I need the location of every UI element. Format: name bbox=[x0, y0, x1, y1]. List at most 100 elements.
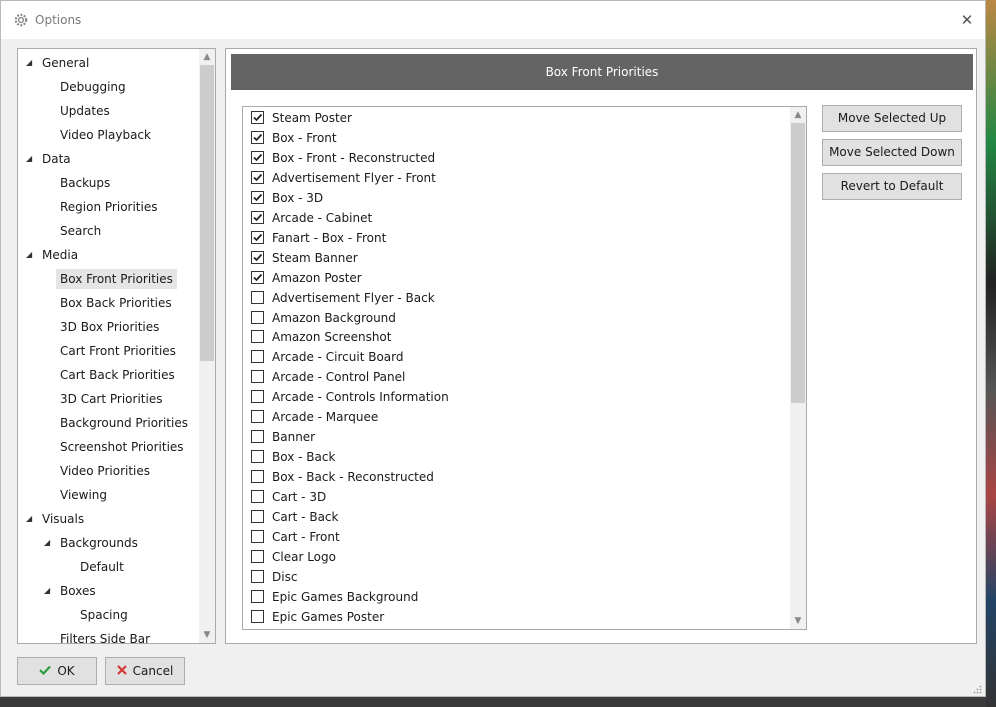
checkbox-unchecked[interactable] bbox=[251, 589, 264, 603]
checkbox-checked[interactable] bbox=[251, 111, 264, 124]
checkbox-unchecked[interactable] bbox=[251, 330, 264, 344]
checkbox-unchecked[interactable] bbox=[251, 470, 264, 484]
priority-item[interactable]: Arcade - Circuit Board bbox=[243, 347, 788, 367]
tree-item[interactable]: ◢ Media bbox=[18, 244, 199, 266]
checkbox-unchecked[interactable] bbox=[251, 370, 264, 384]
checkbox-unchecked[interactable] bbox=[251, 430, 264, 444]
priority-item[interactable]: Amazon Screenshot bbox=[243, 327, 788, 347]
tree-item[interactable]: Video Priorities bbox=[18, 460, 199, 482]
tree-item[interactable]: 3D Cart Priorities bbox=[18, 388, 199, 410]
checkbox-checked[interactable] bbox=[251, 130, 264, 144]
tree-item[interactable]: Backups bbox=[18, 172, 199, 194]
tree-item[interactable]: Search bbox=[18, 220, 199, 242]
expand-arrow-icon[interactable]: ◢ bbox=[26, 148, 36, 170]
tree-item[interactable]: Viewing bbox=[18, 484, 199, 506]
checkbox-unchecked[interactable] bbox=[251, 310, 264, 324]
priority-item-label: Advertisement Flyer - Front bbox=[272, 170, 436, 185]
checkbox-checked[interactable] bbox=[251, 190, 264, 204]
checkbox-unchecked[interactable] bbox=[251, 549, 264, 563]
revert-to-default-button[interactable]: Revert to Default bbox=[822, 173, 962, 200]
priority-item[interactable]: Amazon Poster bbox=[243, 268, 788, 288]
priority-item[interactable]: Arcade - Cabinet bbox=[243, 208, 788, 228]
priority-item[interactable]: Advertisement Flyer - Front bbox=[243, 168, 788, 188]
tree-item[interactable]: Debugging bbox=[18, 76, 199, 98]
priority-item[interactable]: Fanart - Box - Front bbox=[243, 228, 788, 248]
tree-item[interactable]: Default bbox=[18, 556, 199, 578]
priority-item[interactable]: Amazon Background bbox=[243, 308, 788, 328]
checkbox-unchecked[interactable] bbox=[251, 290, 264, 304]
priority-item[interactable]: Steam Poster bbox=[243, 108, 788, 128]
priority-item[interactable]: Advertisement Flyer - Back bbox=[243, 288, 788, 308]
expand-arrow-icon[interactable]: ◢ bbox=[44, 580, 54, 602]
expand-arrow-icon[interactable]: ◢ bbox=[44, 532, 54, 554]
tree-item[interactable]: Video Playback bbox=[18, 124, 199, 146]
close-icon[interactable]: ✕ bbox=[955, 9, 979, 31]
checkbox-checked[interactable] bbox=[251, 270, 264, 284]
checkbox-checked[interactable] bbox=[251, 250, 264, 264]
checkbox-unchecked[interactable] bbox=[251, 569, 264, 583]
priority-item[interactable]: Arcade - Controls Information bbox=[243, 387, 788, 407]
tree-item[interactable]: Box Back Priorities bbox=[18, 292, 199, 314]
checkbox-unchecked[interactable] bbox=[251, 510, 264, 523]
priority-item[interactable]: Epic Games Background bbox=[243, 587, 788, 607]
tree-item[interactable]: ◢ Backgrounds bbox=[18, 532, 199, 554]
checkbox-unchecked[interactable] bbox=[251, 390, 264, 404]
tree-item[interactable]: Box Front Priorities bbox=[18, 268, 199, 290]
tree-item[interactable]: ◢ General bbox=[18, 52, 199, 74]
priority-item[interactable]: Box - 3D bbox=[243, 188, 788, 208]
priority-item[interactable]: Steam Banner bbox=[243, 248, 788, 268]
priority-item[interactable]: Arcade - Control Panel bbox=[243, 367, 788, 387]
tree-scroll-thumb[interactable] bbox=[200, 65, 214, 361]
cancel-button[interactable]: Cancel bbox=[105, 657, 185, 685]
priority-item[interactable]: Box - Back - Reconstructed bbox=[243, 467, 788, 487]
priority-item[interactable]: Disc bbox=[243, 567, 788, 587]
ok-button[interactable]: OK bbox=[17, 657, 97, 685]
checkbox-unchecked[interactable] bbox=[251, 350, 264, 364]
priority-item[interactable]: Box - Back bbox=[243, 447, 788, 467]
checkbox-checked[interactable] bbox=[251, 150, 264, 164]
tree-item[interactable]: ◢ Boxes bbox=[18, 580, 199, 602]
tree-item[interactable]: 3D Box Priorities bbox=[18, 316, 199, 338]
priority-item[interactable]: Cart - Back bbox=[243, 507, 788, 527]
tree-item[interactable]: ◢ Data bbox=[18, 148, 199, 170]
checkbox-unchecked[interactable] bbox=[251, 490, 264, 504]
tree-item[interactable]: Background Priorities bbox=[18, 412, 199, 434]
tree-item-label: Region Priorities bbox=[60, 200, 158, 214]
checkbox-checked[interactable] bbox=[251, 210, 264, 224]
move-selected-up-button[interactable]: Move Selected Up bbox=[822, 105, 962, 132]
expand-arrow-icon[interactable]: ◢ bbox=[26, 52, 36, 74]
expand-arrow-icon[interactable]: ◢ bbox=[26, 508, 36, 530]
priority-item[interactable]: Cart - 3D bbox=[243, 487, 788, 507]
tree-scrollbar[interactable]: ▲ ▼ bbox=[199, 49, 215, 643]
tree-item[interactable]: Cart Back Priorities bbox=[18, 364, 199, 386]
list-scroll-thumb[interactable] bbox=[791, 123, 805, 403]
expand-arrow-icon[interactable]: ◢ bbox=[26, 244, 36, 266]
checkbox-checked[interactable] bbox=[251, 230, 264, 244]
priority-item[interactable]: Clear Logo bbox=[243, 547, 788, 567]
scroll-down-icon[interactable]: ▼ bbox=[790, 613, 806, 629]
tree-item[interactable]: Cart Front Priorities bbox=[18, 340, 199, 362]
priority-item[interactable]: Box - Front bbox=[243, 128, 788, 148]
tree-item[interactable]: Screenshot Priorities bbox=[18, 436, 199, 458]
priority-item[interactable]: Banner bbox=[243, 427, 788, 447]
scroll-up-icon[interactable]: ▲ bbox=[790, 107, 806, 123]
priority-item[interactable]: Epic Games Poster bbox=[243, 607, 788, 627]
priority-item[interactable]: Cart - Front bbox=[243, 527, 788, 547]
resize-grip-icon[interactable] bbox=[972, 683, 982, 694]
checkbox-unchecked[interactable] bbox=[251, 529, 264, 543]
tree-item[interactable]: ◢ Visuals bbox=[18, 508, 199, 530]
checkbox-checked[interactable] bbox=[251, 170, 264, 184]
scroll-up-icon[interactable]: ▲ bbox=[199, 49, 215, 65]
tree-item[interactable]: Region Priorities bbox=[18, 196, 199, 218]
move-selected-down-button[interactable]: Move Selected Down bbox=[822, 139, 962, 166]
checkbox-unchecked[interactable] bbox=[251, 450, 264, 464]
checkbox-unchecked[interactable] bbox=[251, 609, 264, 623]
tree-item[interactable]: Filters Side Bar bbox=[18, 628, 199, 643]
priority-item[interactable]: Arcade - Marquee bbox=[243, 407, 788, 427]
tree-item[interactable]: Spacing bbox=[18, 604, 199, 626]
list-scrollbar[interactable]: ▲ ▼ bbox=[790, 107, 806, 629]
tree-item[interactable]: Updates bbox=[18, 100, 199, 122]
priority-item[interactable]: Box - Front - Reconstructed bbox=[243, 148, 788, 168]
checkbox-unchecked[interactable] bbox=[251, 410, 264, 424]
scroll-down-icon[interactable]: ▼ bbox=[199, 627, 215, 643]
